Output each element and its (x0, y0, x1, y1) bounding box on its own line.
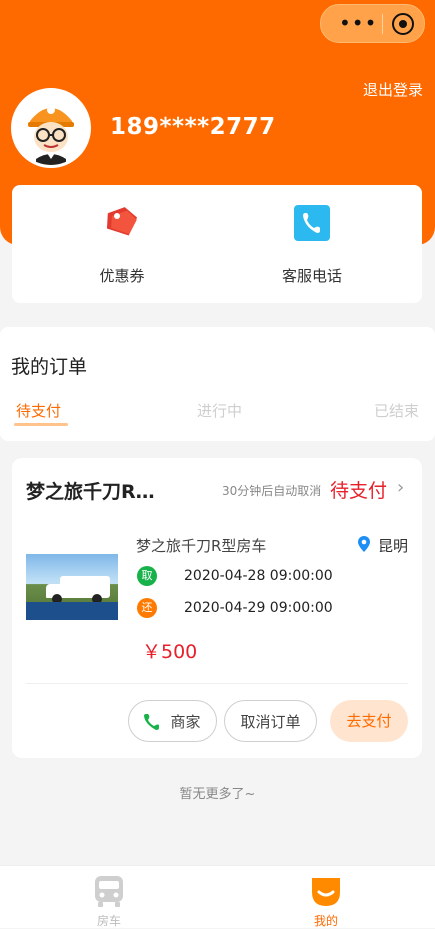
capsule-divider (382, 14, 383, 34)
pickup-datetime: 2020-04-28 09:00:00 (184, 568, 333, 584)
return-datetime: 2020-04-29 09:00:00 (184, 600, 333, 616)
location-pin-icon (358, 536, 370, 552)
no-more-note: 暂无更多了~ (179, 787, 256, 802)
card-divider (26, 683, 408, 684)
order-price: ￥500 (142, 641, 198, 663)
chevron-right-icon[interactable]: › (397, 477, 404, 498)
tab-mine[interactable]: 我的 (296, 872, 356, 928)
customer-service-label: 客服电话 (281, 267, 342, 285)
tab-rv[interactable]: 房车 (79, 872, 139, 928)
tab-mine-label: 我的 (313, 914, 338, 928)
tab-in-progress[interactable]: 进行中 (197, 400, 242, 421)
rv-photo (26, 554, 118, 620)
my-orders-section: 我的订单 待支付 进行中 已结束 (0, 327, 435, 441)
bus-icon (93, 874, 125, 908)
photo-banner (26, 602, 118, 620)
city-name: 昆明 (378, 537, 409, 555)
order-status: 待支付 (330, 480, 388, 502)
miniprogram-capsule: ••• (320, 4, 425, 43)
cancel-order-button[interactable]: 取消订单 (224, 700, 317, 742)
pay-button[interactable]: 去支付 (330, 700, 408, 742)
more-dots-icon[interactable]: ••• (339, 13, 376, 33)
shop-name: 梦之旅千刀R… (26, 481, 155, 503)
user-phone: 189****2777 (110, 114, 276, 140)
order-card[interactable]: 梦之旅千刀R… 30分钟后自动取消 待支付 › 梦之旅千刀R型房车 昆明 取 2… (12, 458, 422, 758)
pickup-badge: 取 (137, 566, 157, 586)
phone-icon (143, 713, 161, 731)
coupon-label: 优惠券 (99, 267, 145, 285)
quick-actions-card: 优惠券 客服电话 (12, 185, 422, 303)
vehicle-name: 梦之旅千刀R型房车 (136, 537, 267, 555)
tab-finished[interactable]: 已结束 (374, 400, 419, 421)
orders-title: 我的订单 (11, 356, 88, 378)
target-circle-icon[interactable] (392, 13, 414, 35)
phone-icon (294, 203, 330, 243)
active-tab-indicator (14, 423, 68, 426)
auto-cancel-note: 30分钟后自动取消 (222, 484, 322, 498)
tab-pending-payment[interactable]: 待支付 (16, 400, 61, 421)
merchant-button[interactable]: 商家 (128, 700, 217, 742)
coupon-entry[interactable]: 优惠券 (52, 203, 192, 293)
bottom-tabbar: 房车 我的 (0, 865, 435, 928)
merchant-label: 商家 (170, 713, 201, 731)
coupon-tag-icon (104, 203, 140, 243)
smile-face-icon (310, 874, 342, 908)
tab-rv-label: 房车 (96, 914, 121, 928)
customer-service-entry[interactable]: 客服电话 (242, 203, 382, 293)
return-badge: 还 (137, 598, 157, 618)
logout-button[interactable]: 退出登录 (363, 79, 423, 100)
cartoon-avatar-icon (11, 88, 91, 168)
